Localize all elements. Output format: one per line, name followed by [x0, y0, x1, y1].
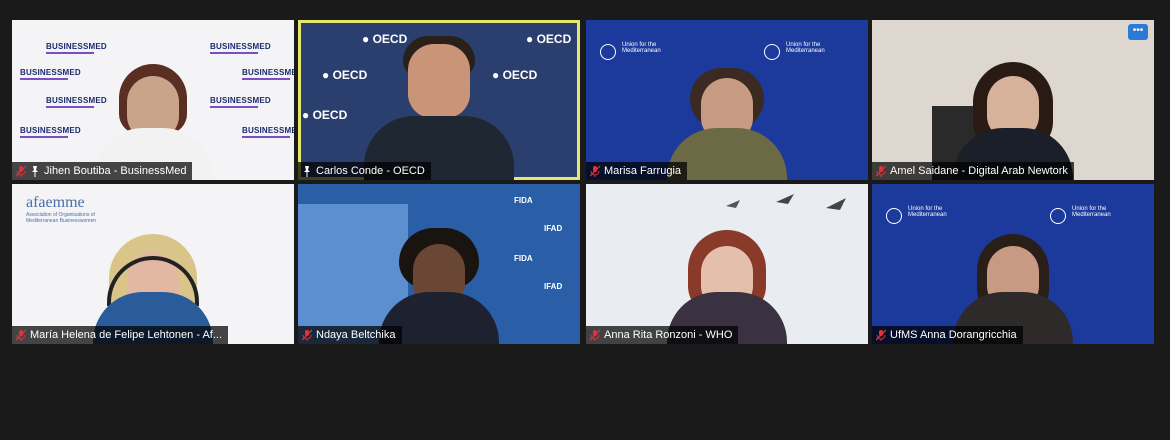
muted-mic-icon: [16, 165, 26, 177]
participant-name-label: María Helena de Felipe Lehtonen - Af...: [12, 326, 229, 344]
participant-name-label: Marisa Farrugia: [586, 162, 688, 180]
oecd-logo: ● OECD: [322, 68, 368, 82]
muted-mic-icon: [302, 329, 312, 341]
participant-name-label: UfMS Anna Dorangricchia: [872, 326, 1023, 344]
businessmed-logo: BUSINESSMED: [210, 96, 271, 108]
muted-mic-icon: [16, 329, 26, 341]
fida-logo: FIDA: [514, 196, 533, 205]
video-tile-carlos[interactable]: ● OECD ● OECD ● OECD ● OECD ● OECD Carlo…: [298, 20, 580, 180]
businessmed-logo: BUSINESSMED: [46, 42, 107, 54]
ufm-logo: [886, 208, 902, 224]
video-tile-jihen[interactable]: BUSINESSMED BUSINESSMED BUSINESSMED BUSI…: [12, 20, 294, 180]
bird-decoration: [726, 194, 846, 210]
ufm-text: Union for the Mediterranean: [908, 206, 947, 218]
participant-name-label: Ndaya Beltchika: [298, 326, 402, 344]
video-tile-ndaya[interactable]: FIDA IFAD FIDA IFAD Ndaya Beltchika: [298, 184, 580, 344]
ifad-logo: IFAD: [544, 282, 563, 291]
video-tile-amel[interactable]: ••• Amel Saidane - Digital Arab Newtork: [872, 20, 1154, 180]
businessmed-logo: BUSINESSMED: [242, 126, 294, 138]
muted-mic-icon: [876, 165, 886, 177]
participant-name-label: Amel Saidane - Digital Arab Newtork: [872, 162, 1074, 180]
video-tile-marisa[interactable]: Union for the Mediterranean Union for th…: [586, 20, 868, 180]
pin-icon: [30, 165, 40, 177]
businessmed-logo: BUSINESSMED: [242, 68, 294, 80]
participant-name-label: Anna Rita Ronzoni - WHO: [586, 326, 739, 344]
ufm-text: Union for the Mediterranean: [786, 42, 825, 54]
muted-mic-icon: [590, 165, 600, 177]
businessmed-logo: BUSINESSMED: [210, 42, 271, 54]
video-tile-anna-dorangricchia[interactable]: Union for the Mediterranean Union for th…: [872, 184, 1154, 344]
ufm-text: Union for the Mediterranean: [622, 42, 661, 54]
muted-mic-icon: [590, 329, 600, 341]
ufm-logo: [600, 44, 616, 60]
ufm-logo: [764, 44, 780, 60]
ufm-text: Union for the Mediterranean: [1072, 206, 1111, 218]
participant-name-label: Jihen Boutiba - BusinessMed: [12, 162, 193, 180]
pin-icon: [302, 165, 312, 177]
more-options-button[interactable]: •••: [1128, 24, 1148, 40]
ufm-logo: [1050, 208, 1066, 224]
afaemme-subtitle: Association of Organisations of Mediterr…: [26, 212, 97, 224]
participant-video: [364, 30, 514, 180]
ifad-logo: IFAD: [544, 224, 563, 233]
afaemme-logo: afaemme: [26, 194, 85, 211]
oecd-logo: ● OECD: [526, 32, 572, 46]
video-tile-anna-rita[interactable]: Anna Rita Ronzoni - WHO: [586, 184, 868, 344]
video-tile-maria-helena[interactable]: afaemme Association of Organisations of …: [12, 184, 294, 344]
participant-name-label: Carlos Conde - OECD: [298, 162, 431, 180]
muted-mic-icon: [876, 329, 886, 341]
businessmed-logo: BUSINESSMED: [20, 68, 81, 80]
fida-logo: FIDA: [514, 254, 533, 263]
oecd-logo: ● OECD: [302, 108, 348, 122]
businessmed-logo: BUSINESSMED: [20, 126, 81, 138]
